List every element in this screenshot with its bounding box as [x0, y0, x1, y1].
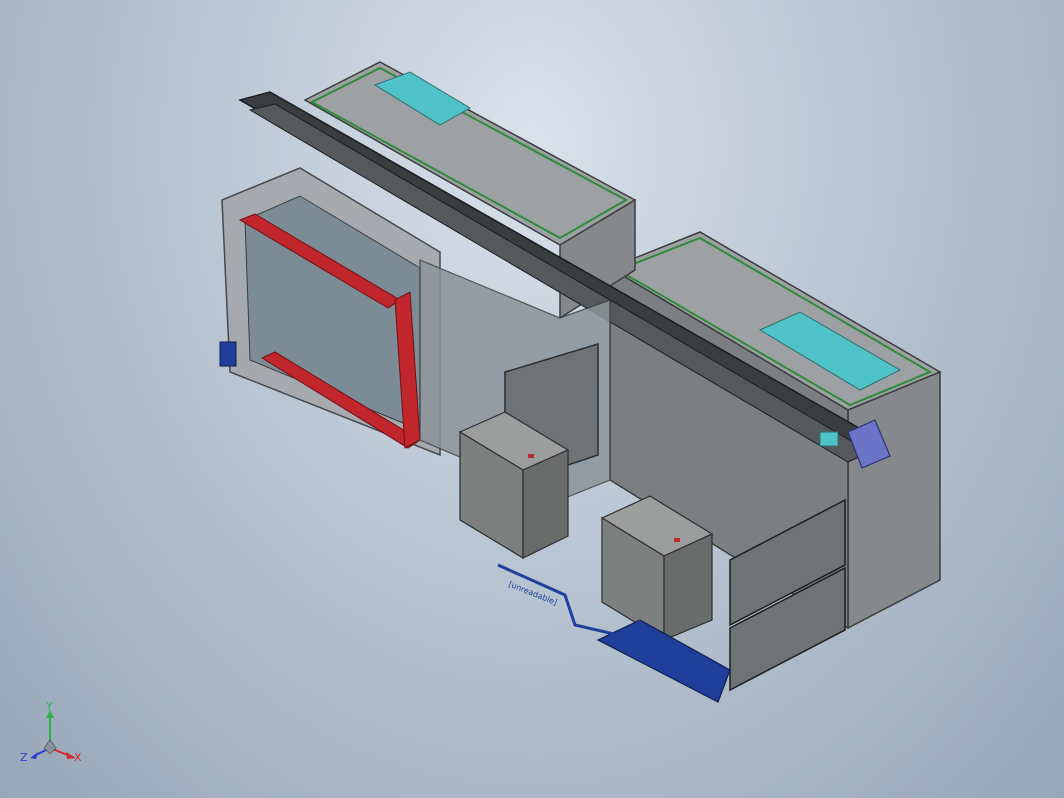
left-blue-block	[219, 341, 237, 367]
right-end-module	[819, 431, 839, 447]
axis-triad: Y X Z	[20, 700, 82, 764]
floor-label: [unreadable]	[507, 580, 558, 608]
x-axis-label: X	[74, 751, 82, 764]
z-axis-arrow	[30, 752, 38, 759]
right-cabinet-side	[847, 370, 941, 630]
y-axis-label: Y	[45, 700, 53, 713]
machine-assembly-model[interactable]: [unreadable]	[0, 0, 1064, 798]
z-axis-label: Z	[20, 751, 28, 764]
gray-box-1-indicator	[528, 454, 534, 458]
cad-viewport[interactable]: [unreadable] Y X Z	[0, 0, 1064, 798]
gray-box-2-indicator	[674, 538, 680, 542]
triad-origin	[43, 739, 57, 755]
